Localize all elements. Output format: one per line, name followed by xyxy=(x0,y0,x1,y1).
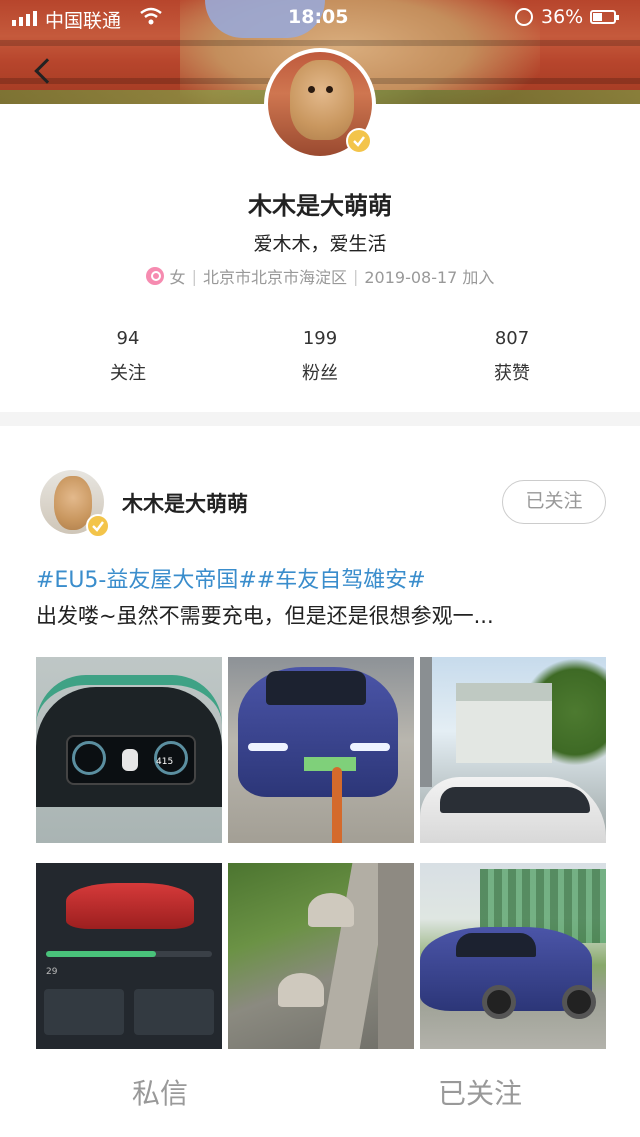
bench-plank xyxy=(0,40,640,46)
bottom-action-bar: 私信 已关注 xyxy=(0,1054,640,1137)
dashboard-photo[interactable]: 415 xyxy=(36,657,222,843)
back-button[interactable] xyxy=(28,56,62,90)
stat-label: 关注 xyxy=(110,363,146,384)
profile-meta: 女 | 北京市北京市海淀区 | 2019-08-17 加入 xyxy=(0,264,640,288)
building-photo[interactable] xyxy=(420,657,606,843)
rotation-lock-icon xyxy=(515,8,533,26)
meta-separator: | xyxy=(191,266,197,286)
stat-likes[interactable]: 807 获赞 xyxy=(452,328,572,385)
battery-percent: 36% xyxy=(541,6,584,28)
verified-badge-icon xyxy=(346,128,372,154)
wifi-icon xyxy=(140,7,162,25)
followed-button[interactable]: 已关注 xyxy=(502,480,606,524)
photo-grid: 415 29 xyxy=(36,657,606,1049)
carrier-name: 中国联通 xyxy=(45,10,122,32)
stat-count: 94 xyxy=(116,328,140,349)
stat-count: 807 xyxy=(494,328,530,349)
profile-avatar[interactable] xyxy=(264,48,376,160)
chevron-left-icon xyxy=(34,58,60,84)
stat-followers[interactable]: 199 粉丝 xyxy=(260,328,380,385)
post-author-avatar[interactable] xyxy=(40,470,110,538)
status-bar: 中国联通 18:05 36% xyxy=(0,0,640,36)
location-label: 北京市北京市海淀区 xyxy=(202,268,347,287)
followed-bottom-button[interactable]: 已关注 xyxy=(320,1054,640,1137)
stat-label: 获赞 xyxy=(494,363,530,384)
post-author-name[interactable]: 木木是大萌萌 xyxy=(122,488,248,518)
stat-count: 199 xyxy=(302,328,338,349)
app-screenshot-photo[interactable]: 29 xyxy=(36,863,222,1049)
car-charging-photo[interactable] xyxy=(228,657,414,843)
gender-label: 女 xyxy=(169,268,186,287)
battery-icon xyxy=(590,10,619,24)
female-icon xyxy=(145,267,164,285)
profile-nickname: 木木是大萌萌 xyxy=(248,192,392,220)
post-text[interactable]: 出发喽~虽然不需要充电，但是还是很想参观一... xyxy=(36,600,616,630)
app-range-reading: 29 xyxy=(46,967,58,977)
garden-photo[interactable] xyxy=(228,863,414,1049)
verified-badge-icon xyxy=(86,514,110,538)
blue-car-photo[interactable] xyxy=(420,863,606,1049)
joined-label: 2019-08-17 加入 xyxy=(364,268,495,287)
signal-icon xyxy=(12,10,37,26)
post-hashtags[interactable]: #EU5-益友屋大帝国##车友自驾雄安# xyxy=(36,562,426,594)
dashboard-reading: 415 xyxy=(156,757,174,767)
meta-separator: | xyxy=(352,266,359,286)
section-divider xyxy=(0,412,640,426)
profile-bio: 爱木木，爱生活 xyxy=(253,233,387,255)
message-button[interactable]: 私信 xyxy=(0,1054,320,1137)
stat-following[interactable]: 94 关注 xyxy=(68,328,188,385)
stat-label: 粉丝 xyxy=(302,363,338,384)
clock: 18:05 xyxy=(288,6,349,28)
